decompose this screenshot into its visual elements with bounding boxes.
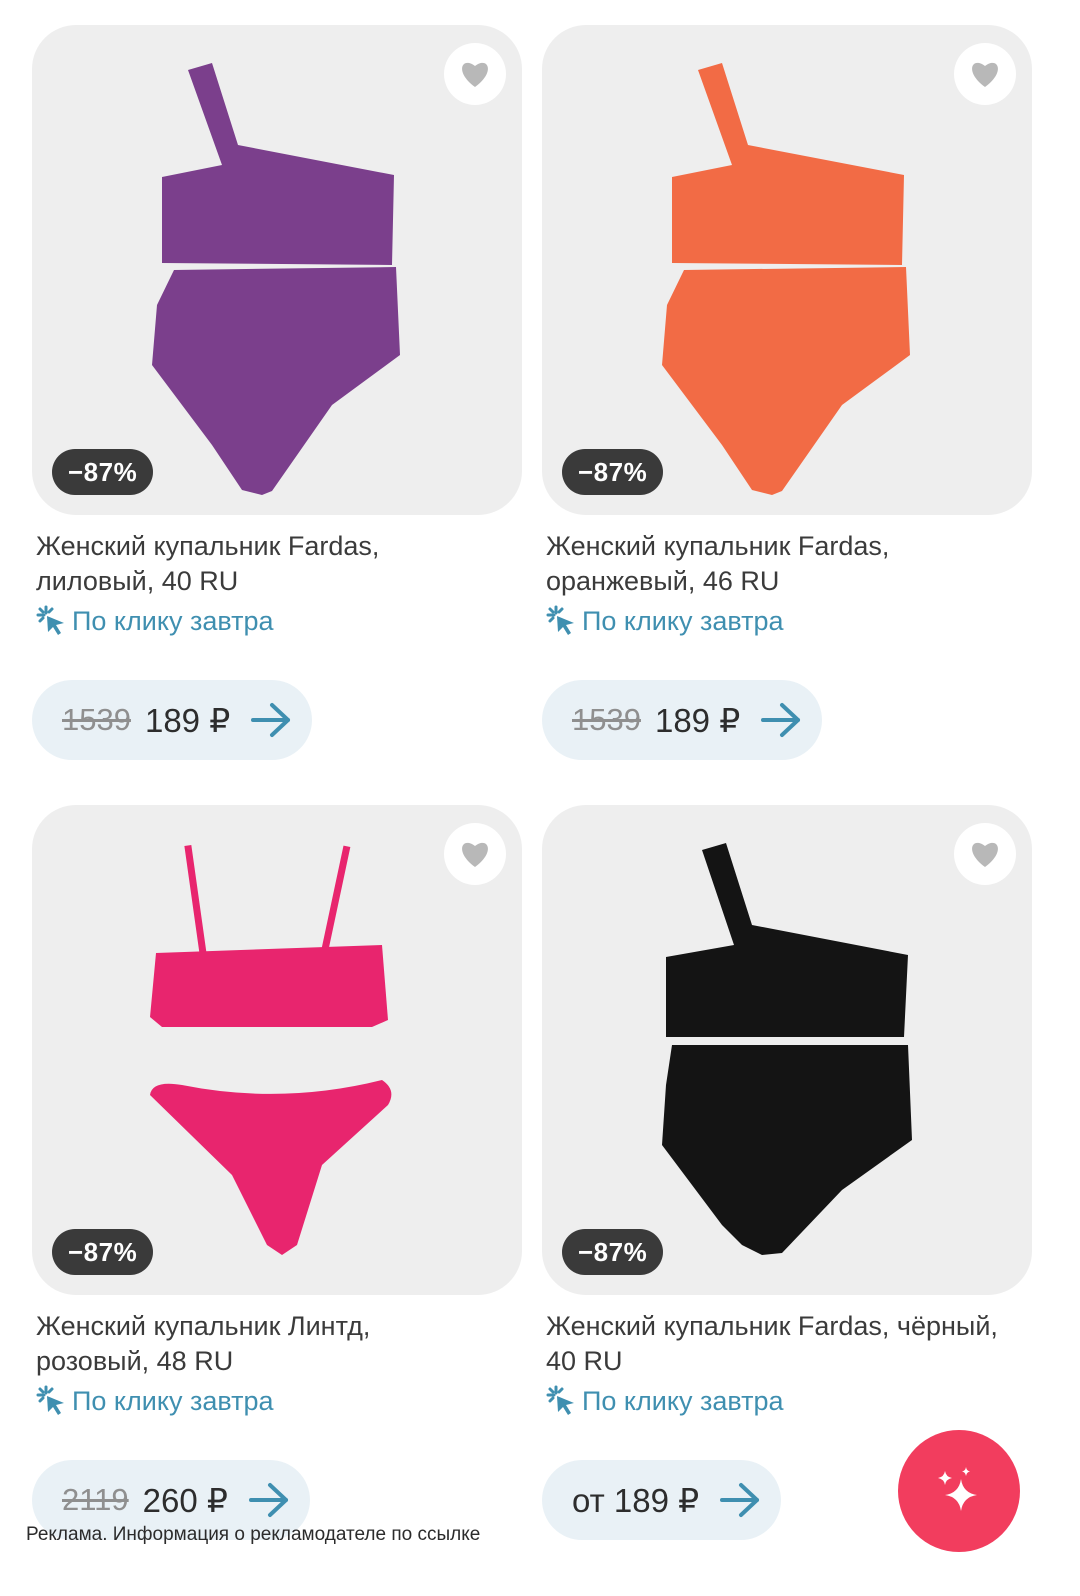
click-sparkle-icon <box>36 605 64 635</box>
old-price: 1539 <box>572 702 641 737</box>
delivery-label: По клику завтра <box>582 1385 784 1416</box>
arrow-right-icon <box>720 1483 760 1517</box>
product-image-swimsuit <box>662 843 912 1255</box>
delivery-label: По клику завтра <box>72 1385 274 1416</box>
price-button[interactable]: от 189 ₽ <box>542 1460 782 1540</box>
delivery-label: По клику завтра <box>582 605 784 636</box>
favorite-button[interactable] <box>444 823 506 885</box>
arrow-right-icon <box>761 703 801 737</box>
product-image-swimsuit <box>152 63 400 495</box>
click-sparkle-icon <box>546 605 574 635</box>
click-sparkle-icon <box>546 1385 574 1415</box>
heart-icon <box>462 62 488 87</box>
delivery-info: По клику завтра <box>546 601 784 641</box>
delivery-info: По клику завтра <box>36 601 274 641</box>
arrow-right-icon <box>248 1483 288 1517</box>
ai-assistant-fab[interactable] <box>898 1430 1020 1552</box>
current-price: 260 ₽ <box>142 1481 228 1519</box>
old-price: 2119 <box>62 1482 129 1517</box>
current-price: 189 ₽ <box>144 701 231 739</box>
favorite-button[interactable] <box>444 43 506 105</box>
favorite-button[interactable] <box>954 43 1016 105</box>
old-price: 1539 <box>62 702 131 737</box>
product-image-container[interactable]: −87% <box>32 805 522 1295</box>
sparkles-icon <box>938 1467 977 1511</box>
discount-badge: −87% <box>562 449 664 495</box>
product-title-line1: Женский купальник Fardas, чёрный, <box>546 1311 998 1341</box>
favorite-button[interactable] <box>954 823 1016 885</box>
product-image-container[interactable]: −87% <box>542 805 1032 1295</box>
product-title-line2: оранжевый, 46 RU <box>546 566 780 596</box>
discount-badge: −87% <box>52 449 154 495</box>
heart-icon <box>972 62 998 87</box>
delivery-info: По клику завтра <box>36 1381 274 1421</box>
product-image-container[interactable]: −87% <box>542 25 1032 515</box>
product-title[interactable]: Женский купальник Fardas, оранжевый, 46 … <box>546 529 1036 599</box>
current-price: 189 ₽ <box>654 701 741 739</box>
click-sparkle-icon <box>36 1385 64 1415</box>
current-price: от 189 ₽ <box>572 1481 700 1519</box>
product-title[interactable]: Женский купальник Fardas, лиловый, 40 RU <box>36 529 526 599</box>
arrow-right-icon <box>251 703 291 737</box>
product-image-swimsuit <box>662 63 910 495</box>
delivery-label: По клику завтра <box>72 605 274 636</box>
heart-icon <box>462 842 488 867</box>
product-title[interactable]: Женский купальник Fardas, чёрный, 40 RU <box>546 1309 1036 1379</box>
product-image-container[interactable]: −87% <box>32 25 522 515</box>
product-image-swimsuit <box>150 844 392 1255</box>
product-title[interactable]: Женский купальник Линтд, розовый, 48 RU <box>36 1309 526 1379</box>
heart-icon <box>972 842 998 867</box>
product-title-line1: Женский купальник Fardas, <box>546 531 890 561</box>
delivery-info: По клику завтра <box>546 1381 784 1421</box>
product-title-line2: 40 RU <box>546 1346 623 1376</box>
product-title-line1: Женский купальник Fardas, <box>36 531 380 561</box>
price-button[interactable]: 1539 189 ₽ <box>32 680 313 760</box>
product-title-line2: розовый, 48 RU <box>36 1346 234 1376</box>
price-button[interactable]: 1539 189 ₽ <box>542 680 823 760</box>
discount-badge: −87% <box>52 1229 154 1275</box>
product-title-line2: лиловый, 40 RU <box>36 566 239 596</box>
product-title-line1: Женский купальник Линтд, <box>36 1311 371 1341</box>
ad-disclaimer-link[interactable]: Реклама. Информация о рекламодателе по с… <box>26 1524 480 1546</box>
discount-badge: −87% <box>562 1229 664 1275</box>
